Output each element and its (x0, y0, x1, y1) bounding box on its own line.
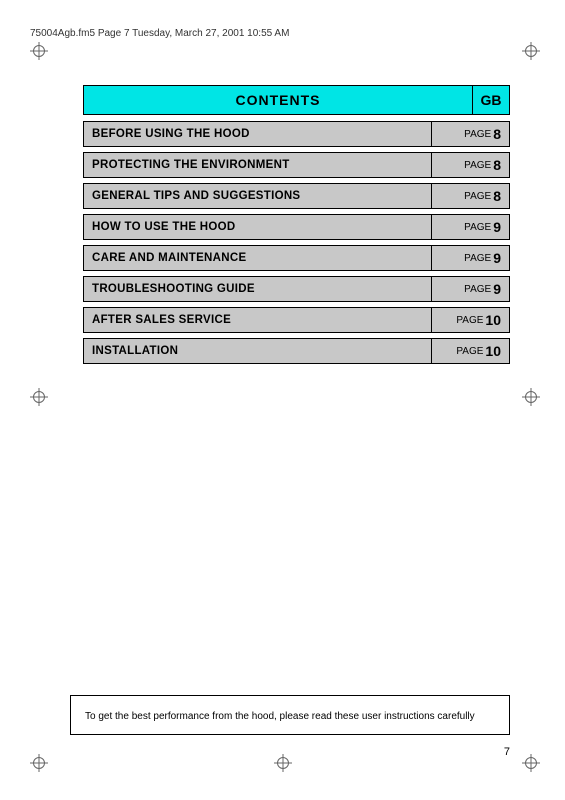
toc-label-text: GENERAL TIPS AND SUGGESTIONS (92, 190, 300, 202)
contents-header: CONTENTS GB (83, 85, 510, 115)
toc-page-number: 9 (493, 281, 501, 297)
toc-page: PAGE10 (431, 339, 509, 363)
toc-label-text: CARE AND MAINTENANCE (92, 252, 246, 264)
note-text: To get the best performance from the hoo… (85, 711, 475, 722)
toc-page: PAGE9 (431, 277, 509, 301)
toc-row-label: INSTALLATION (84, 339, 431, 363)
toc-row-label: GENERAL TIPS AND SUGGESTIONS (84, 184, 431, 208)
contents-title-box: CONTENTS (83, 85, 472, 115)
toc-page: PAGE8 (431, 184, 509, 208)
contents-title: CONTENTS (236, 92, 321, 108)
toc-page-label: PAGE (464, 191, 491, 202)
header-bar: 75004Agb.fm5 Page 7 Tuesday, March 27, 2… (30, 28, 535, 39)
toc-row: HOW TO USE THE HOOD PAGE9 (83, 214, 510, 240)
toc-row: AFTER SALES SERVICE PAGE10 (83, 307, 510, 333)
toc-row-label: PROTECTING THE ENVIRONMENT (84, 153, 431, 177)
toc-page-number: 8 (493, 188, 501, 204)
toc-row-label: CARE AND MAINTENANCE (84, 246, 431, 270)
toc-row: CARE AND MAINTENANCE PAGE9 (83, 245, 510, 271)
toc-label-text: AFTER SALES SERVICE (92, 314, 231, 326)
toc-label-text: BEFORE USING THE HOOD (92, 128, 250, 140)
toc-page-label: PAGE (456, 315, 483, 326)
toc-page-number: 9 (493, 219, 501, 235)
toc-row: GENERAL TIPS AND SUGGESTIONS PAGE8 (83, 183, 510, 209)
toc-page-number: 9 (493, 250, 501, 266)
toc-label-text: INSTALLATION (92, 345, 178, 357)
toc-row: TROUBLESHOOTING GUIDE PAGE9 (83, 276, 510, 302)
main-content: CONTENTS GB BEFORE USING THE HOODPAGE8PR… (83, 85, 510, 369)
crosshair-mid-left (30, 388, 48, 406)
page-container: 75004Agb.fm5 Page 7 Tuesday, March 27, 2… (0, 0, 565, 800)
toc-row-label: TROUBLESHOOTING GUIDE (84, 277, 431, 301)
toc-page-label: PAGE (464, 160, 491, 171)
page-number: 7 (504, 746, 510, 758)
crosshair-bottom-center (274, 754, 292, 772)
crosshair-top-left (30, 42, 48, 60)
toc-page-number: 10 (485, 343, 501, 359)
toc-page-label: PAGE (464, 284, 491, 295)
crosshair-mid-right (522, 388, 540, 406)
toc-page: PAGE9 (431, 246, 509, 270)
toc-page-label: PAGE (456, 346, 483, 357)
toc-row: PROTECTING THE ENVIRONMENT PAGE8 (83, 152, 510, 178)
toc-label-text: TROUBLESHOOTING GUIDE (92, 283, 255, 295)
toc-page-label: PAGE (464, 253, 491, 264)
toc-page-number: 8 (493, 157, 501, 173)
toc-label-text: HOW TO USE THE HOOD (92, 221, 236, 233)
toc-page: PAGE10 (431, 308, 509, 332)
crosshair-top-right (522, 42, 540, 60)
note-box: To get the best performance from the hoo… (70, 695, 510, 735)
toc-page-number: 10 (485, 312, 501, 328)
toc-row-label: BEFORE USING THE HOOD (84, 122, 431, 146)
toc-page-number: 8 (493, 126, 501, 142)
toc-rows: BEFORE USING THE HOODPAGE8PROTECTING THE… (83, 121, 510, 369)
toc-row: INSTALLATION PAGE10 (83, 338, 510, 364)
toc-label-text: PROTECTING THE ENVIRONMENT (92, 159, 290, 171)
toc-row: BEFORE USING THE HOOD PAGE8 (83, 121, 510, 147)
gb-label: GB (481, 92, 502, 108)
crosshair-bottom-right (522, 754, 540, 772)
toc-page: PAGE9 (431, 215, 509, 239)
crosshair-bottom-left (30, 754, 48, 772)
toc-page-label: PAGE (464, 222, 491, 233)
toc-page: PAGE8 (431, 153, 509, 177)
toc-row-label: AFTER SALES SERVICE (84, 308, 431, 332)
toc-page: PAGE8 (431, 122, 509, 146)
toc-page-label: PAGE (464, 129, 491, 140)
header-text: 75004Agb.fm5 Page 7 Tuesday, March 27, 2… (30, 28, 289, 39)
toc-row-label: HOW TO USE THE HOOD (84, 215, 431, 239)
gb-box: GB (472, 85, 510, 115)
